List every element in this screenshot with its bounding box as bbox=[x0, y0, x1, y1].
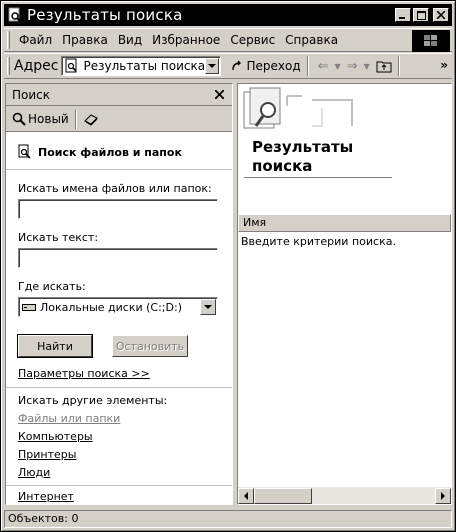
where-value: Локальные диски (C:;D:) bbox=[40, 300, 182, 314]
toolbar-grip[interactable] bbox=[7, 57, 10, 75]
address-value: Результаты поиска bbox=[83, 59, 206, 73]
search-form: Поиск файлов и папок Искать имена файлов… bbox=[6, 144, 232, 503]
window-title: Результаты поиска bbox=[27, 6, 183, 24]
results-title-underline bbox=[244, 177, 392, 178]
menu-view[interactable]: Вид bbox=[113, 33, 147, 47]
windows-logo-icon bbox=[412, 30, 450, 52]
menu-help[interactable]: Справка bbox=[280, 33, 343, 47]
explorer-window: Результаты поиска Файл Правка Вид Избран… bbox=[0, 0, 456, 532]
forward-arrow-icon[interactable]: ⇒ bbox=[347, 59, 358, 74]
menu-favorites[interactable]: Избранное bbox=[147, 33, 225, 47]
names-label: Искать имена файлов или папок: bbox=[18, 182, 212, 195]
close-pane-icon[interactable] bbox=[214, 87, 225, 103]
search-results-illustration-icon bbox=[242, 86, 372, 139]
search-pane: Поиск Новый Поиск файлов и папок Искать … bbox=[5, 83, 233, 505]
menu-edit[interactable]: Правка bbox=[57, 33, 113, 47]
computers-link[interactable]: Компьютеры bbox=[18, 430, 222, 443]
search-files-icon bbox=[18, 144, 32, 160]
back-arrow-icon[interactable]: ⇐ bbox=[318, 59, 329, 74]
menu-file[interactable]: Файл bbox=[14, 33, 57, 47]
go-label: Переход bbox=[246, 59, 301, 73]
printers-link[interactable]: Принтеры bbox=[18, 448, 222, 461]
drive-icon bbox=[22, 302, 36, 312]
toolbar-overflow-icon[interactable]: » bbox=[440, 58, 448, 72]
search-options-link[interactable]: Параметры поиска >> bbox=[18, 367, 222, 380]
menu-bar: Файл Правка Вид Избранное Сервис Справка bbox=[4, 28, 452, 52]
section-header: Поиск файлов и папок bbox=[18, 144, 222, 160]
maximize-button[interactable] bbox=[413, 8, 429, 22]
where-select[interactable]: Локальные диски (C:;D:) bbox=[18, 297, 218, 317]
search-pane-toolbar: Новый bbox=[6, 106, 232, 132]
where-dropdown-button[interactable] bbox=[200, 299, 216, 315]
toolbar-grip[interactable] bbox=[7, 31, 10, 49]
minimize-button[interactable] bbox=[395, 8, 411, 22]
new-search-button[interactable]: Новый bbox=[12, 112, 69, 126]
back-dropdown-icon[interactable]: ▼ bbox=[335, 62, 341, 71]
results-pane: Результаты поиска Имя Введите критерии п… bbox=[237, 83, 452, 505]
find-button[interactable]: Найти bbox=[17, 334, 93, 358]
text-label: Искать текст: bbox=[18, 231, 99, 244]
address-bar: Адрес Результаты поиска Переход ⇐ ▼ ⇒ ▼ … bbox=[4, 53, 452, 79]
section-title: Поиск файлов и папок bbox=[38, 145, 182, 159]
results-title-line2: поиска bbox=[252, 157, 313, 175]
results-title: Результаты поиска bbox=[252, 138, 353, 176]
toolbar-separator bbox=[397, 56, 400, 76]
scroll-right-button[interactable] bbox=[435, 487, 451, 504]
status-bar: Объектов: 0 bbox=[4, 509, 452, 529]
column-header-name[interactable]: Имя bbox=[238, 214, 451, 232]
status-text: Объектов: 0 bbox=[4, 510, 452, 528]
divider bbox=[6, 169, 232, 170]
new-search-label: Новый bbox=[28, 111, 69, 126]
address-input[interactable]: Результаты поиска bbox=[61, 56, 222, 76]
address-label: Адрес bbox=[14, 58, 59, 74]
names-input[interactable] bbox=[18, 199, 218, 219]
where-label: Где искать: bbox=[18, 280, 86, 293]
go-arrow-icon bbox=[231, 60, 243, 72]
search-page-icon bbox=[64, 58, 80, 74]
horizontal-scrollbar[interactable] bbox=[238, 487, 451, 504]
other-items-label: Искать другие элементы: bbox=[18, 394, 168, 407]
title-bar[interactable]: Результаты поиска bbox=[4, 4, 452, 26]
up-folder-icon[interactable] bbox=[376, 59, 392, 73]
toolbar-separator bbox=[306, 56, 309, 76]
divider bbox=[6, 387, 232, 388]
scroll-thumb[interactable] bbox=[254, 487, 312, 504]
text-input[interactable] bbox=[18, 248, 218, 268]
divider bbox=[6, 485, 232, 486]
search-pane-title: Поиск bbox=[12, 87, 51, 102]
search-assistant-icon[interactable] bbox=[83, 112, 99, 126]
close-button[interactable] bbox=[433, 8, 449, 22]
button-row: Найти Остановить bbox=[17, 334, 222, 358]
search-pane-header: Поиск bbox=[6, 84, 232, 106]
search-app-icon bbox=[7, 7, 23, 23]
results-title-line1: Результаты bbox=[252, 138, 354, 156]
scroll-left-button[interactable] bbox=[238, 487, 254, 504]
files-folders-link[interactable]: Файлы или папки bbox=[18, 412, 222, 425]
people-link[interactable]: Люди bbox=[18, 466, 222, 479]
toolbar-separator bbox=[74, 108, 77, 129]
menu-tools[interactable]: Сервис bbox=[225, 33, 280, 47]
forward-dropdown-icon[interactable]: ▼ bbox=[364, 62, 370, 71]
go-button[interactable]: Переход bbox=[231, 59, 301, 73]
results-message: Введите критерии поиска. bbox=[241, 235, 396, 248]
internet-link[interactable]: Интернет bbox=[18, 490, 222, 503]
stop-button[interactable]: Остановить bbox=[112, 335, 188, 357]
magnifier-icon bbox=[12, 112, 26, 126]
address-dropdown-button[interactable] bbox=[205, 58, 220, 74]
